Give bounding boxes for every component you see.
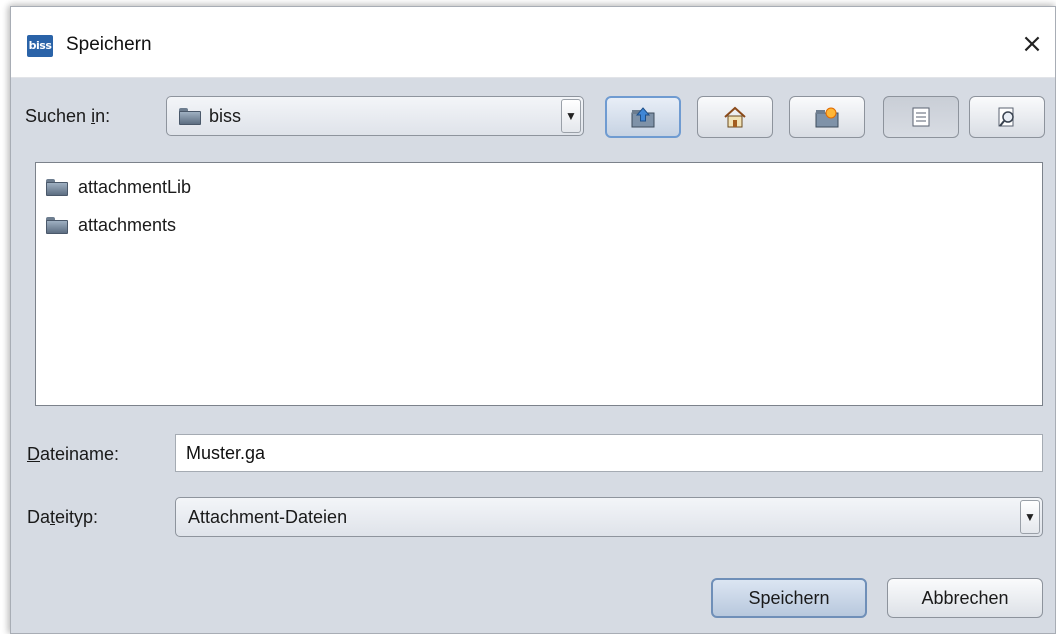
file-type-label-prefix: Da xyxy=(27,507,51,527)
list-view-button[interactable] xyxy=(883,96,959,138)
file-type-label-suffix: eityp: xyxy=(55,507,99,527)
file-type-selected: Attachment-Dateien xyxy=(188,507,348,527)
file-name-label: Dateiname: xyxy=(27,444,119,465)
title-bar: biss Speichern × xyxy=(11,7,1055,78)
new-folder-icon xyxy=(815,107,839,128)
cancel-button[interactable]: Abbrechen xyxy=(887,578,1043,618)
new-folder-button[interactable] xyxy=(789,96,865,138)
folder-icon xyxy=(46,217,68,234)
look-in-combo[interactable]: biss ▼ xyxy=(166,96,584,136)
chevron-down-icon[interactable]: ▼ xyxy=(561,99,581,133)
file-name-input[interactable] xyxy=(175,434,1043,472)
look-in-label-prefix: Suchen xyxy=(25,106,92,126)
home-button[interactable] xyxy=(697,96,773,138)
save-button[interactable]: Speichern xyxy=(711,578,867,618)
home-icon xyxy=(724,106,746,128)
file-type-label: Dateityp: xyxy=(27,507,98,528)
file-name-label-rest: ateiname: xyxy=(40,444,120,464)
file-name-label-mnemonic: D xyxy=(27,444,40,464)
details-view-icon xyxy=(998,107,1014,127)
file-type-combo[interactable]: Attachment-Dateien ▼ xyxy=(175,497,1043,537)
look-in-label-suffix: n: xyxy=(95,106,111,126)
window-title: Speichern xyxy=(66,34,152,55)
file-name: attachmentLib xyxy=(78,177,192,197)
up-one-level-icon xyxy=(631,107,655,128)
folder-icon xyxy=(179,108,201,125)
file-list[interactable]: attachmentLib attachments xyxy=(35,162,1043,406)
close-button[interactable]: × xyxy=(1009,21,1055,67)
chevron-down-icon[interactable]: ▼ xyxy=(1020,500,1040,534)
details-view-button[interactable] xyxy=(969,96,1045,138)
look-in-current-folder: biss xyxy=(209,106,242,126)
up-one-level-button[interactable] xyxy=(605,96,681,138)
list-view-icon xyxy=(912,107,930,127)
save-dialog: biss Speichern × Suchen in: biss ▼ attac… xyxy=(10,6,1056,634)
folder-icon xyxy=(46,179,68,196)
app-icon: biss xyxy=(27,35,53,57)
file-name: attachments xyxy=(78,215,177,235)
look-in-label: Suchen in: xyxy=(25,106,110,127)
